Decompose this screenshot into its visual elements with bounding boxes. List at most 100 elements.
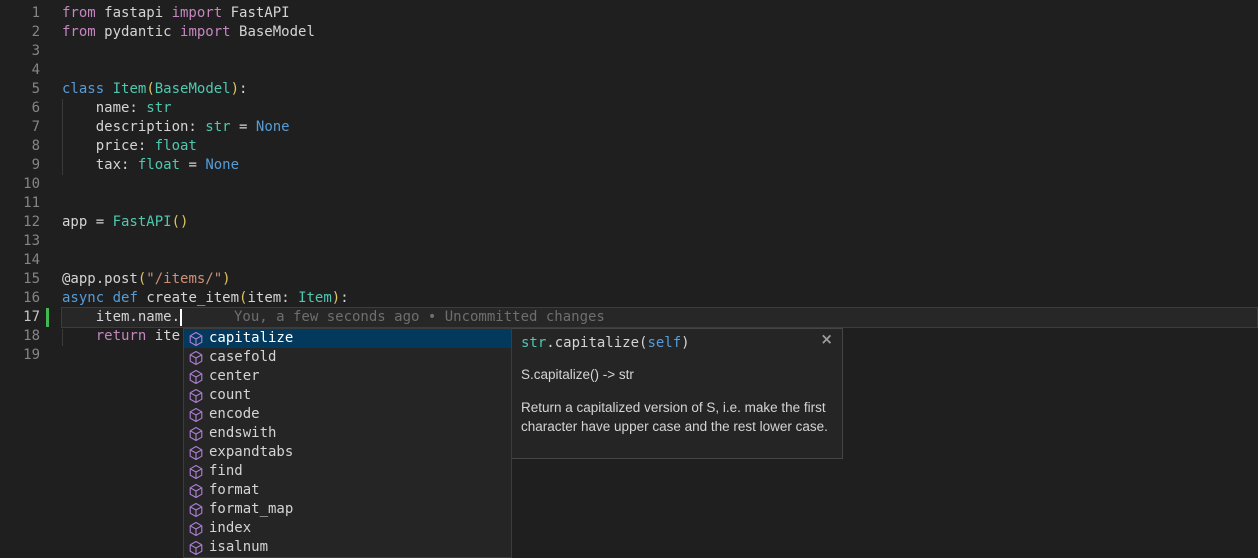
code-token: import (172, 5, 223, 21)
code-line[interactable]: 10 (0, 175, 1258, 194)
method-cube-icon (188, 445, 204, 461)
suggestion-docs-panel: str.capitalize(self) × S.capitalize() ->… (511, 328, 843, 459)
code-token: import (180, 24, 231, 40)
line-number[interactable]: 3 (0, 42, 40, 61)
suggest-item[interactable]: find (184, 462, 511, 481)
code-token: FastAPI (222, 5, 289, 21)
method-cube-icon (188, 407, 204, 423)
line-number[interactable]: 10 (0, 175, 40, 194)
code-token: Item (113, 81, 147, 97)
docs-signature: str.capitalize(self) (521, 334, 832, 353)
code-editor: { "colors": { "bg": "#1f1f1f", "widgetBg… (0, 0, 1258, 546)
line-number[interactable]: 17 (0, 308, 40, 327)
code-token: class (62, 81, 104, 97)
code-token: description: (62, 119, 205, 135)
code-token: async (62, 290, 104, 306)
line-number[interactable]: 13 (0, 232, 40, 251)
line-number[interactable]: 19 (0, 346, 40, 365)
code-line[interactable]: 8 price: float (0, 137, 1258, 156)
suggest-item[interactable]: format_map (184, 500, 511, 519)
suggest-item-label: endswith (209, 424, 276, 443)
line-number[interactable]: 9 (0, 156, 40, 175)
suggest-item[interactable]: format (184, 481, 511, 500)
line-number[interactable]: 8 (0, 137, 40, 156)
code-token: price: (62, 138, 155, 154)
line-number[interactable]: 18 (0, 327, 40, 346)
code-token: ite (146, 328, 180, 344)
method-cube-icon (188, 521, 204, 537)
code-token (104, 81, 112, 97)
suggest-item[interactable]: encode (184, 405, 511, 424)
line-number[interactable]: 11 (0, 194, 40, 213)
suggest-item[interactable]: index (184, 519, 511, 538)
code-line[interactable]: 1 from fastapi import FastAPI (0, 4, 1258, 23)
code-token: : (239, 81, 247, 97)
code-token: item.name. (62, 309, 180, 325)
code-token: BaseModel (231, 24, 315, 40)
code-text: from fastapi import FastAPI (62, 4, 290, 23)
suggest-item[interactable]: count (184, 386, 511, 405)
code-text: from pydantic import BaseModel (62, 23, 315, 42)
suggest-item[interactable]: casefold (184, 348, 511, 367)
code-token: item: (247, 290, 298, 306)
code-line[interactable]: 14 (0, 251, 1258, 270)
code-text: item.name. (62, 308, 180, 327)
code-line[interactable]: 6 name: str (0, 99, 1258, 118)
line-number[interactable]: 7 (0, 118, 40, 137)
suggest-item-label: format (209, 481, 260, 500)
code-text: async def create_item(item: Item): (62, 289, 349, 308)
code-token: ) (222, 271, 230, 287)
code-line[interactable]: 9 tax: float = None (0, 156, 1258, 175)
code-token: ) (332, 290, 340, 306)
code-token: from (62, 24, 96, 40)
line-number[interactable]: 4 (0, 61, 40, 80)
docs-summary: S.capitalize() -> str (521, 366, 832, 383)
code-token: ( (146, 81, 154, 97)
code-line[interactable]: 4 (0, 61, 1258, 80)
code-text: class Item(BaseModel): (62, 80, 247, 99)
suggest-item-label: count (209, 386, 251, 405)
code-line[interactable]: 12app = FastAPI() (0, 213, 1258, 232)
code-token: BaseModel (155, 81, 231, 97)
close-icon[interactable]: × (820, 331, 833, 347)
suggest-item-label: index (209, 519, 251, 538)
line-number[interactable]: 14 (0, 251, 40, 270)
suggest-item[interactable]: endswith (184, 424, 511, 443)
code-line[interactable]: 11 (0, 194, 1258, 213)
suggest-item[interactable]: isalnum (184, 538, 511, 557)
line-number[interactable]: 15 (0, 270, 40, 289)
code-token (104, 290, 112, 306)
line-number[interactable]: 6 (0, 99, 40, 118)
line-number[interactable]: 1 (0, 4, 40, 23)
code-token: @app.post (62, 271, 138, 287)
line-number[interactable]: 2 (0, 23, 40, 42)
code-token: return (96, 328, 147, 344)
code-line[interactable]: 2 from pydantic import BaseModel (0, 23, 1258, 42)
code-line[interactable]: 17 item.name. (0, 308, 1258, 327)
suggest-item-label: encode (209, 405, 260, 424)
suggest-item[interactable]: capitalize (184, 329, 511, 348)
method-cube-icon (188, 388, 204, 404)
suggest-item[interactable]: center (184, 367, 511, 386)
code-token: .capitalize( (546, 335, 647, 351)
suggest-item-label: capitalize (209, 329, 293, 348)
code-line[interactable]: 15@app.post("/items/") (0, 270, 1258, 289)
code-token: def (113, 290, 138, 306)
line-number[interactable]: 12 (0, 213, 40, 232)
code-token: ) (681, 335, 689, 351)
line-number[interactable]: 16 (0, 289, 40, 308)
code-line[interactable]: 5 class Item(BaseModel): (0, 80, 1258, 99)
code-line[interactable]: 7 description: str = None (0, 118, 1258, 137)
line-number[interactable]: 5 (0, 80, 40, 99)
code-token: ) (231, 81, 239, 97)
suggest-item[interactable]: expandtabs (184, 443, 511, 462)
code-token: tax: (62, 157, 138, 173)
code-token: None (205, 157, 239, 173)
method-cube-icon (188, 464, 204, 480)
code-token: None (256, 119, 290, 135)
code-line[interactable]: 16 async def create_item(item: Item): (0, 289, 1258, 308)
code-line[interactable]: 13 (0, 232, 1258, 251)
code-token: Item (298, 290, 332, 306)
suggest-item-label: find (209, 462, 243, 481)
code-line[interactable]: 3 (0, 42, 1258, 61)
